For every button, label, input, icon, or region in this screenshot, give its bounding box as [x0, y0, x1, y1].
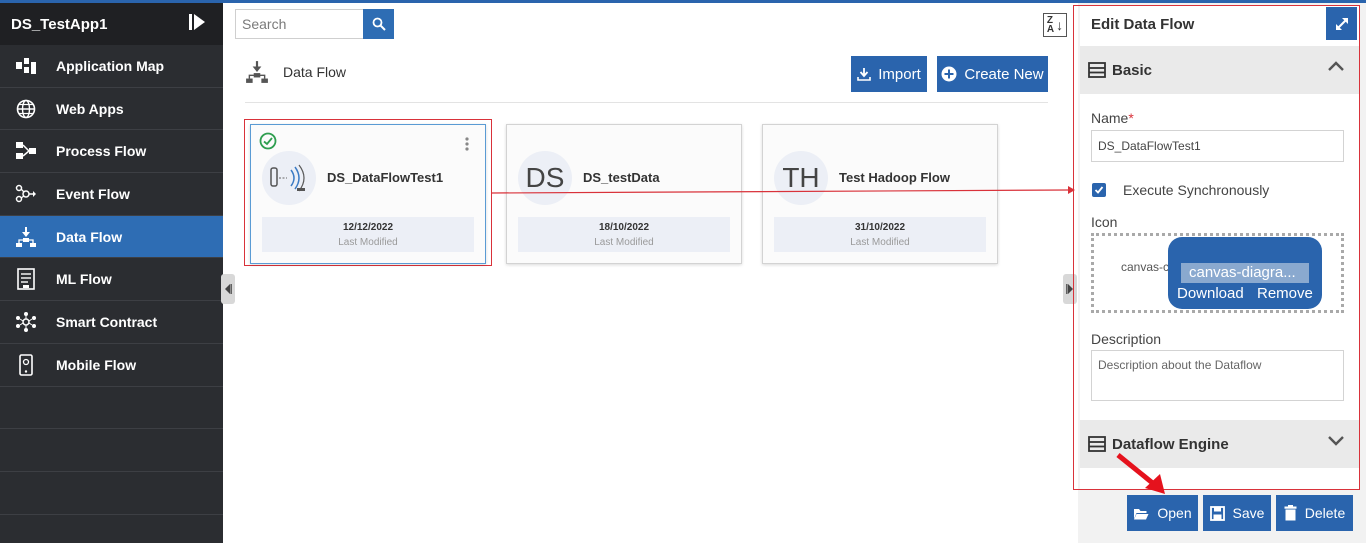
process-flow-icon: [14, 140, 38, 162]
data-flow-icon: [246, 61, 268, 83]
sidebar-empty-row: [0, 429, 223, 472]
sidebar-item-web-apps[interactable]: Web Apps: [0, 88, 223, 131]
sidebar-item-event-flow[interactable]: Event Flow: [0, 173, 223, 216]
sidebar-item-process-flow[interactable]: Process Flow: [0, 130, 223, 174]
dataflow-card[interactable]: DS_DataFlowTest1 12/12/2022 Last Modifie…: [250, 124, 486, 264]
data-flow-icon: [14, 226, 38, 248]
more-options-icon[interactable]: [465, 137, 469, 151]
delete-button[interactable]: Delete: [1276, 495, 1353, 531]
page-title: Data Flow: [283, 64, 347, 80]
sidebar-item-data-flow[interactable]: Data Flow: [0, 215, 223, 259]
sidebar-header: DS_TestApp1: [0, 3, 223, 45]
search-input[interactable]: [235, 9, 363, 39]
header-divider: [245, 102, 1048, 103]
sidebar-item-application-map[interactable]: Application Map: [0, 45, 223, 88]
save-label: Save: [1232, 505, 1265, 521]
sidebar-item-label: Process Flow: [56, 143, 147, 160]
card-title: Test Hadoop Flow: [839, 170, 950, 185]
application-map-icon: [14, 55, 38, 77]
card-modified-label: Last Modified: [594, 237, 654, 248]
card-title: DS_DataFlowTest1: [327, 170, 444, 185]
globe-icon: [14, 98, 38, 120]
ml-flow-icon: [14, 268, 38, 291]
sidebar-toggle-handle[interactable]: [221, 274, 235, 304]
sidebar-item-label: Mobile Flow: [56, 356, 137, 373]
search-icon: [372, 17, 386, 31]
card-meta: 31/10/2022 Last Modified: [774, 217, 986, 252]
card-modified-label: Last Modified: [338, 237, 398, 248]
card-modified-label: Last Modified: [850, 237, 910, 248]
card-date: 18/10/2022: [598, 222, 650, 233]
create-new-label: Create New: [964, 65, 1044, 83]
card-date: 31/10/2022: [854, 222, 906, 233]
delete-label: Delete: [1304, 505, 1346, 521]
open-button[interactable]: Open: [1127, 495, 1198, 531]
check-circle-icon: [259, 132, 277, 150]
search-button[interactable]: [363, 9, 394, 39]
sort-az-icon[interactable]: Z A ↓: [1043, 13, 1067, 37]
save-icon: [1209, 505, 1225, 521]
sidebar-item-label: Application Map: [56, 57, 165, 74]
app-title: DS_TestApp1: [11, 15, 108, 33]
card-date: 12/12/2022: [342, 222, 394, 233]
panel-highlight-box: [1073, 5, 1360, 490]
sidebar-item-label: Event Flow: [56, 185, 130, 202]
import-label: Import: [878, 65, 921, 83]
sidebar-item-label: Data Flow: [56, 228, 123, 245]
card-initials-avatar: TH: [774, 151, 828, 205]
chevron-left-icon: [225, 284, 232, 294]
dataflow-thumbnail-icon: [262, 151, 316, 205]
card-initials-avatar: DS: [518, 151, 572, 205]
plus-circle-icon: [941, 66, 957, 82]
open-label: Open: [1157, 505, 1192, 521]
dataflow-card[interactable]: TH Test Hadoop Flow 31/10/2022 Last Modi…: [762, 124, 998, 264]
import-button[interactable]: Import: [851, 56, 927, 92]
download-icon: [857, 68, 872, 81]
collapse-sidebar-icon[interactable]: [188, 13, 206, 31]
sidebar-item-label: Web Apps: [56, 100, 124, 117]
smart-contract-icon: [14, 311, 38, 333]
sidebar-empty-row: [0, 472, 223, 515]
sidebar-item-smart-contract[interactable]: Smart Contract: [0, 301, 223, 344]
sidebar-empty-row: [0, 387, 223, 430]
folder-open-icon: [1134, 508, 1149, 519]
card-title: DS_testData: [583, 170, 660, 185]
page-header: Data Flow: [245, 60, 346, 84]
save-button[interactable]: Save: [1203, 495, 1271, 531]
sidebar-item-ml-flow[interactable]: ML Flow: [0, 258, 223, 302]
sidebar-item-mobile-flow[interactable]: Mobile Flow: [0, 344, 223, 387]
event-flow-icon: [14, 183, 38, 205]
card-meta: 12/12/2022 Last Modified: [262, 217, 474, 252]
sidebar-item-label: Smart Contract: [56, 313, 158, 330]
trash-icon: [1284, 505, 1297, 521]
card-meta: 18/10/2022 Last Modified: [518, 217, 730, 252]
sidebar: DS_TestApp1 Application Map Web Apps Pro…: [0, 3, 223, 543]
dataflow-card[interactable]: DS DS_testData 18/10/2022 Last Modified: [506, 124, 742, 264]
create-new-button[interactable]: Create New: [937, 56, 1048, 92]
sidebar-item-label: ML Flow: [56, 271, 112, 288]
mobile-flow-icon: [14, 353, 38, 376]
